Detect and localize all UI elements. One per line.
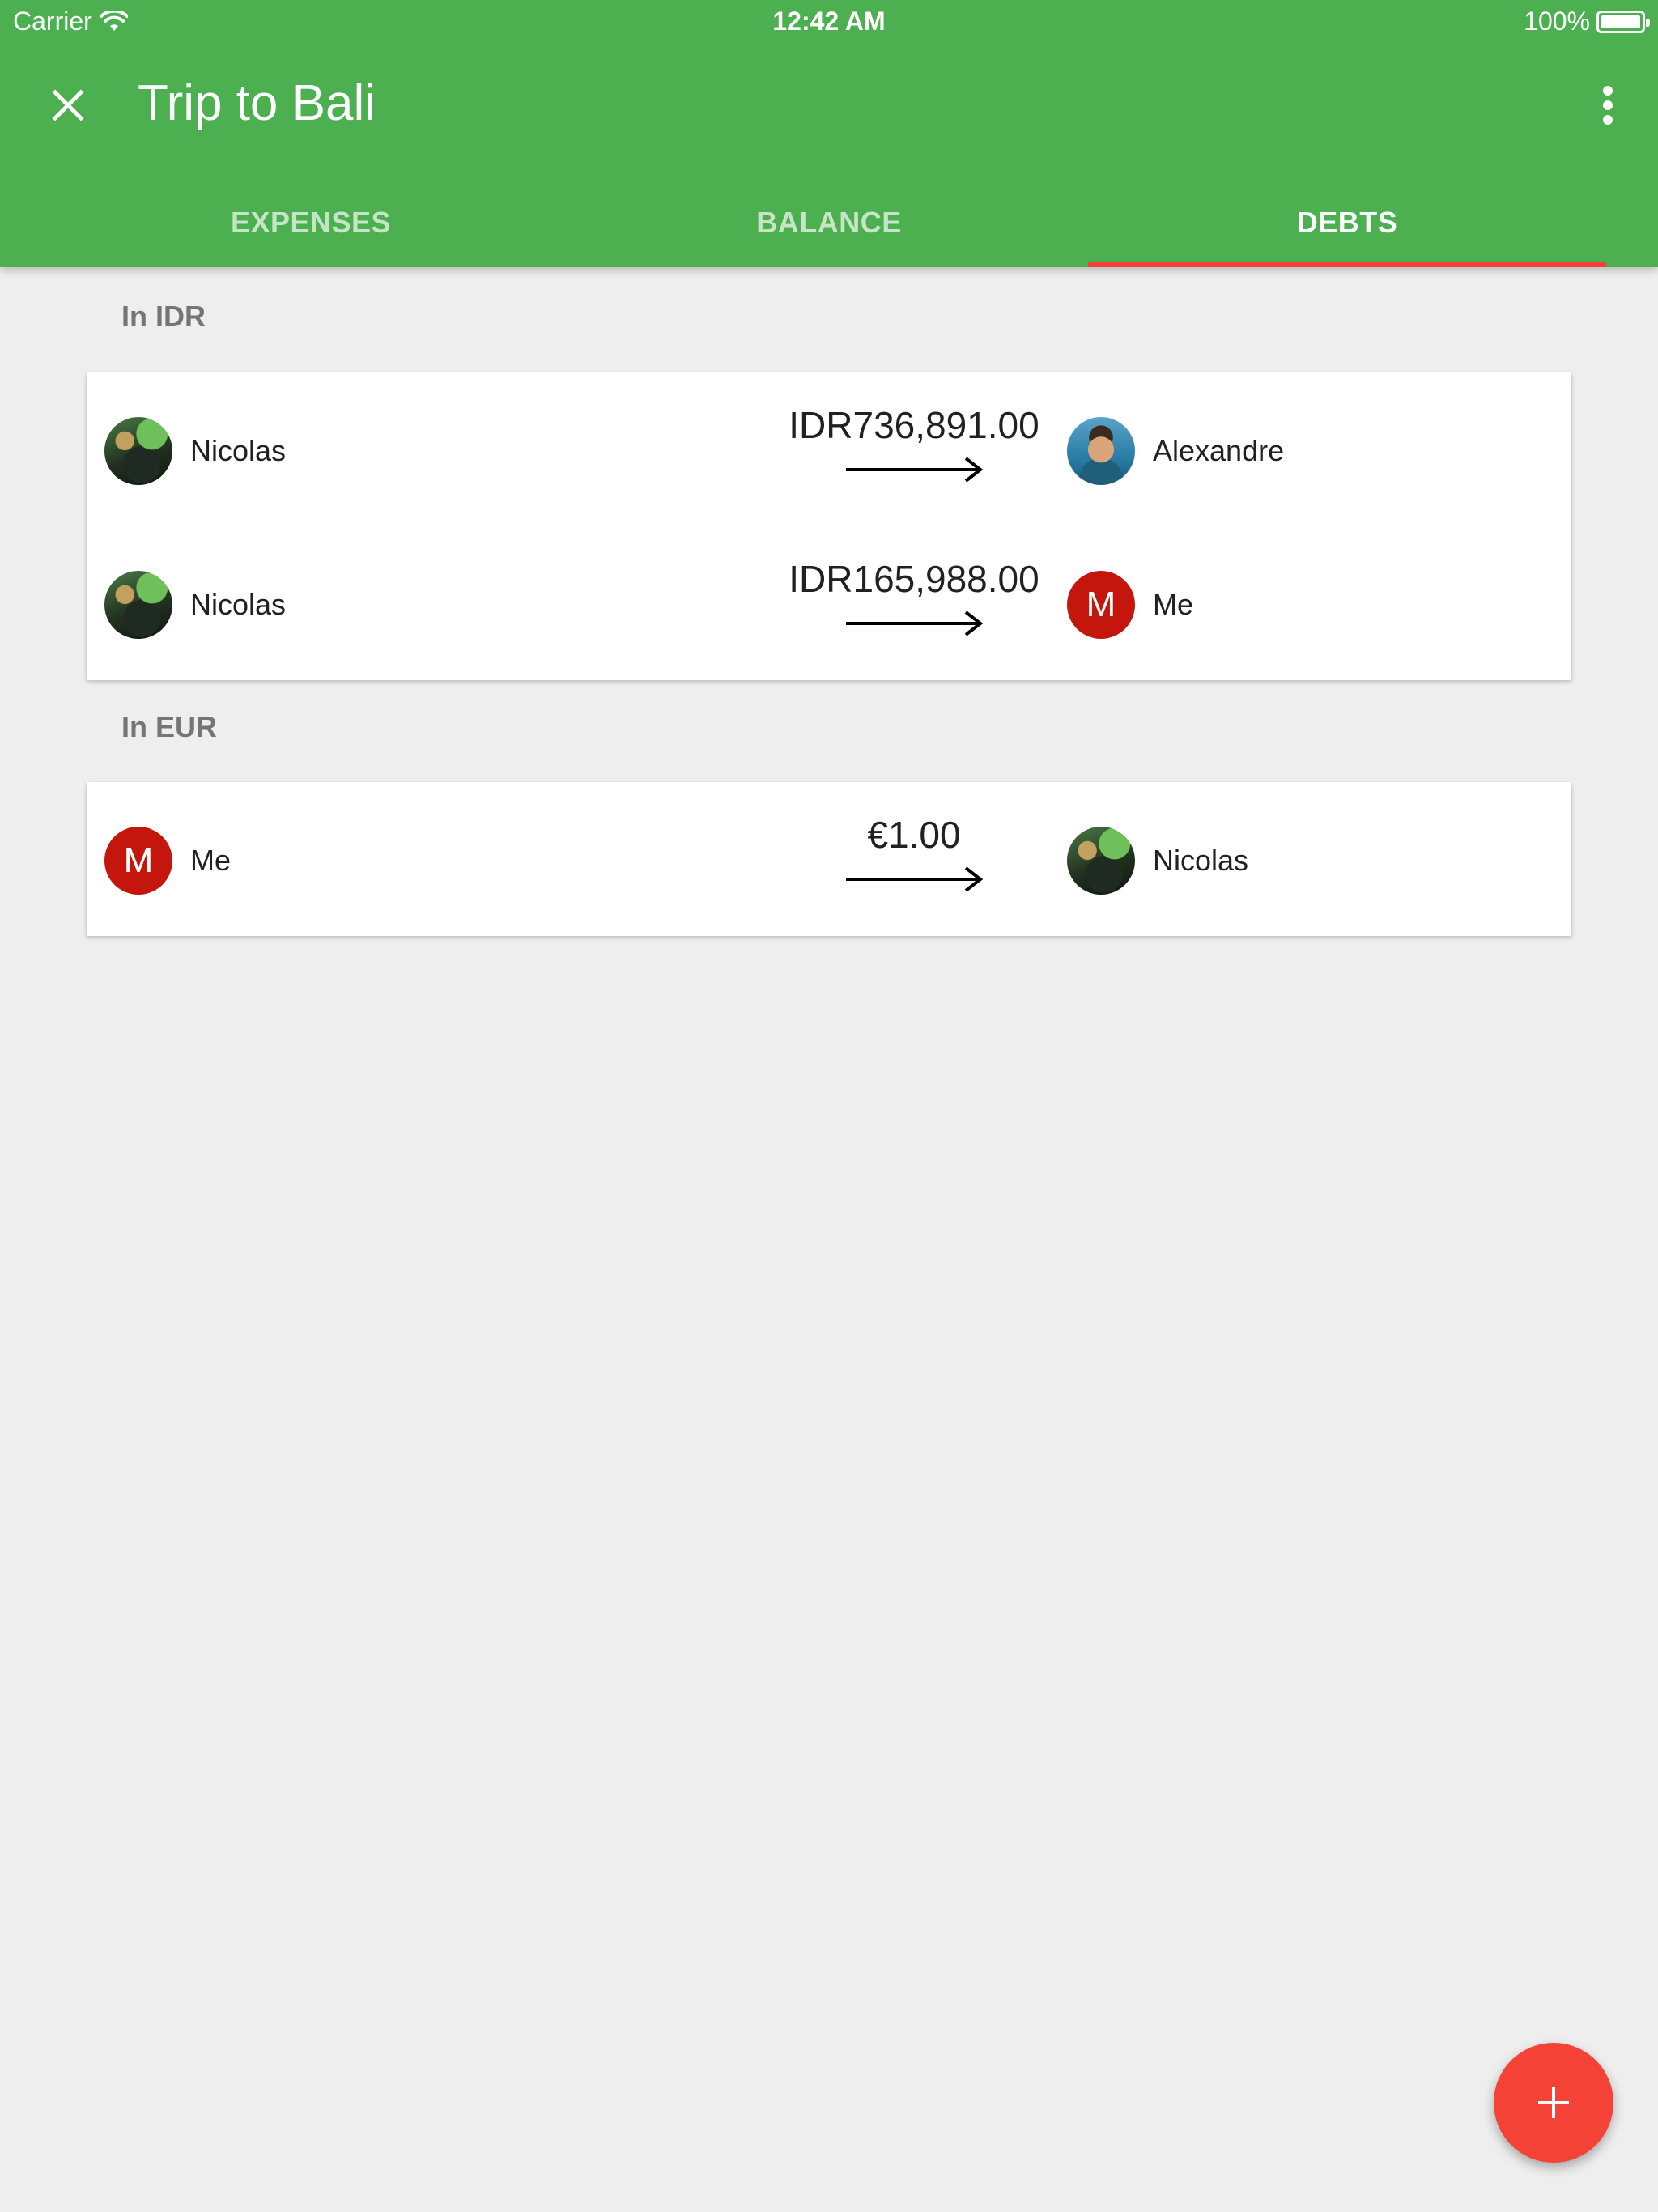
- tab-balance[interactable]: BALANCE: [570, 178, 1088, 267]
- creditor: Nicolas: [1067, 827, 1248, 895]
- overflow-menu-button[interactable]: [1585, 78, 1630, 133]
- battery-icon: [1596, 10, 1650, 33]
- debtor: Nicolas: [104, 571, 286, 639]
- tab-debts[interactable]: DEBTS: [1088, 178, 1606, 267]
- arrow-right-icon: [846, 610, 984, 636]
- debtor-name: Nicolas: [190, 588, 287, 621]
- page-title: Trip to Bali: [138, 75, 376, 131]
- debt-row[interactable]: M Me €1.00 Nicolas: [87, 782, 1571, 936]
- creditor: Alexandre: [1067, 417, 1284, 485]
- debts-card-eur: M Me €1.00 Nicolas: [87, 782, 1571, 936]
- tab-expenses[interactable]: EXPENSES: [52, 178, 570, 267]
- debtor-name: Nicolas: [190, 434, 287, 467]
- arrow-right-icon: [846, 866, 984, 892]
- tab-label: DEBTS: [1296, 206, 1398, 239]
- tab-label: EXPENSES: [230, 206, 392, 239]
- status-time: 12:42 AM: [772, 6, 886, 36]
- avatar: [104, 571, 172, 639]
- section-label-idr: In IDR: [121, 300, 206, 333]
- close-button[interactable]: [40, 78, 96, 133]
- add-debt-fab[interactable]: [1494, 2043, 1613, 2163]
- debts-card-idr: Nicolas IDR736,891.00 Alexandre Nicolas …: [87, 372, 1571, 680]
- avatar: [104, 417, 172, 485]
- more-vert-icon: [1603, 86, 1613, 125]
- section-label-eur: In EUR: [121, 710, 218, 743]
- app-bar: Carrier 12:42 AM 100% Trip to Bali EXPEN…: [0, 0, 1658, 267]
- creditor: M Me: [1067, 571, 1193, 639]
- close-icon: [52, 89, 84, 121]
- tab-label: BALANCE: [756, 206, 902, 239]
- avatar: M: [1067, 571, 1135, 639]
- debt-row[interactable]: Nicolas IDR165,988.00 M Me: [87, 526, 1571, 680]
- avatar: M: [104, 827, 172, 895]
- status-bar: Carrier 12:42 AM 100%: [0, 0, 1658, 45]
- debtor: Nicolas: [104, 417, 286, 485]
- debtor-name: Me: [190, 844, 232, 877]
- battery-percent: 100%: [1524, 6, 1590, 36]
- avatar: [1067, 827, 1135, 895]
- debt-row[interactable]: Nicolas IDR736,891.00 Alexandre: [87, 372, 1571, 526]
- avatar: [1067, 417, 1135, 485]
- battery-fill: [1601, 15, 1640, 28]
- creditor-name: Alexandre: [1153, 434, 1285, 467]
- creditor-name: Me: [1153, 588, 1194, 621]
- tab-indicator: [1088, 262, 1606, 267]
- tab-bar: EXPENSES BALANCE DEBTS: [52, 178, 1606, 267]
- arrow-right-icon: [846, 457, 984, 483]
- add-icon: [1538, 2087, 1569, 2118]
- creditor-name: Nicolas: [1153, 844, 1249, 877]
- status-battery: 100%: [1524, 6, 1650, 36]
- debtor: M Me: [104, 827, 231, 895]
